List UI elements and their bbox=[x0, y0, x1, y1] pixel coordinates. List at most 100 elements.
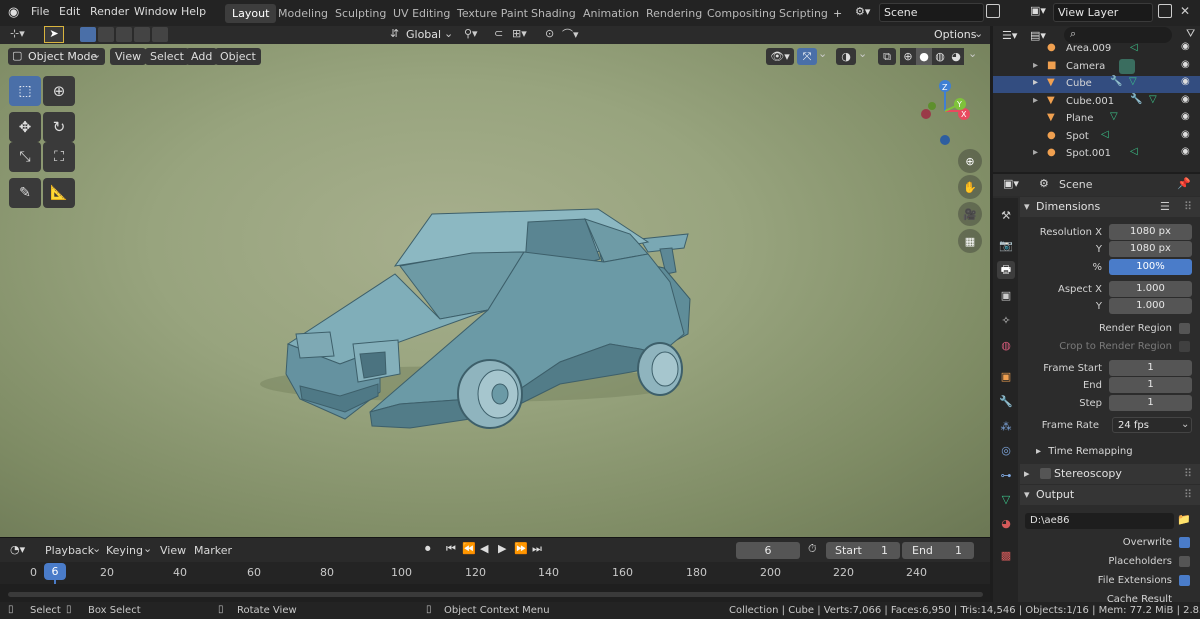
visibility-eye-icon[interactable]: ◉ bbox=[1181, 76, 1190, 87]
visibility-eye-icon[interactable]: ◉ bbox=[1181, 111, 1190, 122]
resolution-y-field[interactable]: 1080 px bbox=[1109, 241, 1192, 257]
resolution-percent-slider[interactable]: 100% bbox=[1109, 259, 1192, 275]
gizmo-toggle-icon[interactable]: ⤧ bbox=[797, 48, 817, 65]
tab-render[interactable]: 📷 bbox=[997, 236, 1015, 254]
tab-texture[interactable]: ▩ bbox=[997, 546, 1015, 564]
select-mode-extend-icon[interactable] bbox=[98, 27, 114, 42]
snap-target-icon[interactable]: ⊞▾ bbox=[512, 27, 527, 40]
placeholders-checkbox[interactable] bbox=[1179, 556, 1190, 567]
tab-world[interactable]: ◍ bbox=[997, 336, 1015, 354]
falloff-icon[interactable]: ⌒▾ bbox=[562, 26, 579, 42]
copy-scene-icon[interactable] bbox=[986, 4, 1000, 18]
zoom-button[interactable]: ⊕ bbox=[958, 149, 982, 173]
visibility-eye-icon[interactable]: ◉ bbox=[1181, 129, 1190, 140]
playhead[interactable]: 6 bbox=[44, 563, 66, 580]
tab-constraints[interactable]: ⊶ bbox=[997, 466, 1015, 484]
aspect-x-field[interactable]: 1.000 bbox=[1109, 281, 1192, 297]
chevron-down-icon[interactable]: ⌄ bbox=[858, 47, 867, 60]
drag-handle-icon[interactable]: ⠿ bbox=[1184, 485, 1192, 505]
menu-view[interactable]: View bbox=[110, 48, 147, 65]
menu-timeline-view[interactable]: View bbox=[160, 544, 186, 557]
view-layer-icon[interactable]: ▣▾ bbox=[1030, 4, 1046, 17]
outliner-item-cube[interactable]: ▸ ▼ Cube 🔧 ▽ ◉ bbox=[993, 76, 1200, 93]
stereoscopy-checkbox[interactable] bbox=[1040, 468, 1051, 479]
scale-tool[interactable]: ⤡ bbox=[9, 142, 41, 172]
transform-orientation-dropdown[interactable]: Global bbox=[406, 28, 441, 41]
ortho-toggle-button[interactable]: ▦ bbox=[958, 229, 982, 253]
chevron-down-icon[interactable]: ⌄ bbox=[818, 47, 827, 60]
chevron-right-icon[interactable]: ▸ bbox=[1033, 147, 1038, 158]
tab-material[interactable]: ◕ bbox=[997, 514, 1015, 532]
tab-tool[interactable]: ⚒ bbox=[997, 206, 1015, 224]
tab-compositing[interactable]: Compositing bbox=[700, 4, 783, 23]
menu-edit[interactable]: Edit bbox=[59, 5, 80, 18]
visibility-eye-icon[interactable]: ◉ bbox=[1181, 41, 1190, 52]
outliner-item-spot-001[interactable]: ▸ ● Spot.001 ◁ ◉ bbox=[993, 146, 1200, 163]
cursor-tool[interactable]: ⊕ bbox=[43, 76, 75, 106]
tab-texture-paint[interactable]: Texture Paint bbox=[450, 4, 535, 23]
menu-window[interactable]: Window bbox=[134, 5, 177, 18]
output-section-header[interactable]: ▾ Output ⠿ bbox=[1020, 485, 1200, 505]
blender-logo-icon[interactable]: ◉ bbox=[8, 5, 19, 20]
jump-end-icon[interactable]: ⏭ bbox=[532, 542, 542, 556]
output-path-input[interactable]: D:\ae86 bbox=[1025, 513, 1174, 529]
next-keyframe-icon[interactable]: ⏩ bbox=[514, 542, 528, 555]
menu-playback[interactable]: Playback bbox=[45, 544, 94, 557]
menu-marker[interactable]: Marker bbox=[194, 544, 232, 557]
3d-viewport[interactable] bbox=[0, 44, 990, 537]
select-mode-intersect-icon[interactable] bbox=[152, 27, 168, 42]
tab-view-layer[interactable]: ▣ bbox=[997, 286, 1015, 304]
shading-wireframe-icon[interactable]: ⊕ bbox=[900, 48, 916, 65]
tab-scene[interactable]: ✧ bbox=[997, 311, 1015, 329]
select-mode-subtract-icon[interactable] bbox=[116, 27, 132, 42]
drag-handle-icon[interactable]: ⠿ bbox=[1184, 197, 1192, 217]
navigation-gizmo[interactable]: Z Y X bbox=[910, 76, 980, 146]
menu-object[interactable]: Object bbox=[215, 48, 261, 65]
add-workspace-button[interactable]: + bbox=[826, 4, 849, 23]
properties-editor-icon[interactable]: ▣▾ bbox=[1003, 177, 1019, 190]
options-dropdown[interactable]: Options bbox=[934, 28, 976, 41]
visibility-eye-icon[interactable]: ◉ bbox=[1181, 146, 1190, 157]
drag-handle-icon[interactable]: ⠿ bbox=[1184, 464, 1192, 484]
outliner-item-camera[interactable]: ▸ ■ Camera ◉ bbox=[993, 59, 1200, 76]
pivot-point-icon[interactable]: ⚲▾ bbox=[464, 27, 478, 40]
render-region-checkbox[interactable] bbox=[1179, 323, 1190, 334]
tab-layout[interactable]: Layout bbox=[225, 4, 277, 23]
pan-button[interactable]: ✋ bbox=[958, 175, 982, 199]
play-icon[interactable]: ▶ bbox=[498, 542, 506, 555]
select-mode-invert-icon[interactable] bbox=[134, 27, 150, 42]
outliner-item-cube-001[interactable]: ▸ ▼ Cube.001 🔧 ▽ ◉ bbox=[993, 94, 1200, 111]
frame-rate-dropdown[interactable]: 24 fps ⌄ bbox=[1112, 417, 1192, 433]
rotate-tool[interactable]: ↻ bbox=[43, 112, 75, 142]
stopwatch-icon[interactable]: ⏱ bbox=[808, 542, 817, 556]
aspect-y-field[interactable]: 1.000 bbox=[1109, 298, 1192, 314]
menu-file[interactable]: File bbox=[31, 5, 49, 18]
tab-output[interactable]: 🖶 bbox=[997, 261, 1015, 279]
view-object-types-icon[interactable]: 👁▾ bbox=[766, 48, 794, 65]
outliner-item-plane[interactable]: ▼ Plane ▽ ◉ bbox=[993, 111, 1200, 128]
folder-icon[interactable]: 📁 bbox=[1177, 513, 1191, 526]
prev-keyframe-icon[interactable]: ⏪ bbox=[462, 542, 476, 555]
car-model[interactable] bbox=[0, 44, 990, 537]
copy-view-layer-icon[interactable] bbox=[1158, 4, 1172, 18]
scene-icon[interactable]: ⚙▾ bbox=[855, 5, 870, 18]
menu-select[interactable]: Select bbox=[145, 48, 189, 65]
timeline-scrollbar[interactable] bbox=[8, 592, 983, 597]
chevron-right-icon[interactable]: ▸ bbox=[1033, 60, 1038, 71]
menu-add[interactable]: Add bbox=[186, 48, 218, 65]
crop-region-checkbox[interactable] bbox=[1179, 341, 1190, 352]
pin-icon[interactable]: 📌 bbox=[1177, 177, 1191, 190]
current-frame-field[interactable]: 6 bbox=[736, 542, 800, 559]
camera-view-button[interactable]: 🎥 bbox=[958, 202, 982, 226]
chevron-down-icon[interactable]: ⌄ bbox=[968, 47, 977, 60]
tab-physics[interactable]: ◎ bbox=[997, 441, 1015, 459]
measure-tool[interactable]: 📐 bbox=[43, 178, 75, 208]
timeline-track[interactable] bbox=[0, 584, 990, 602]
transform-tool[interactable]: ⛶ bbox=[43, 142, 75, 172]
tab-modifiers[interactable]: 🔧 bbox=[997, 392, 1015, 410]
tab-sculpting[interactable]: Sculpting bbox=[328, 4, 393, 23]
editor-type-icon[interactable]: ⊹▾ bbox=[10, 27, 25, 40]
stereoscopy-section-header[interactable]: ▸ Stereoscopy ⠿ bbox=[1020, 464, 1200, 484]
menu-render[interactable]: Render bbox=[90, 5, 129, 18]
tab-data[interactable]: ▽ bbox=[997, 490, 1015, 508]
